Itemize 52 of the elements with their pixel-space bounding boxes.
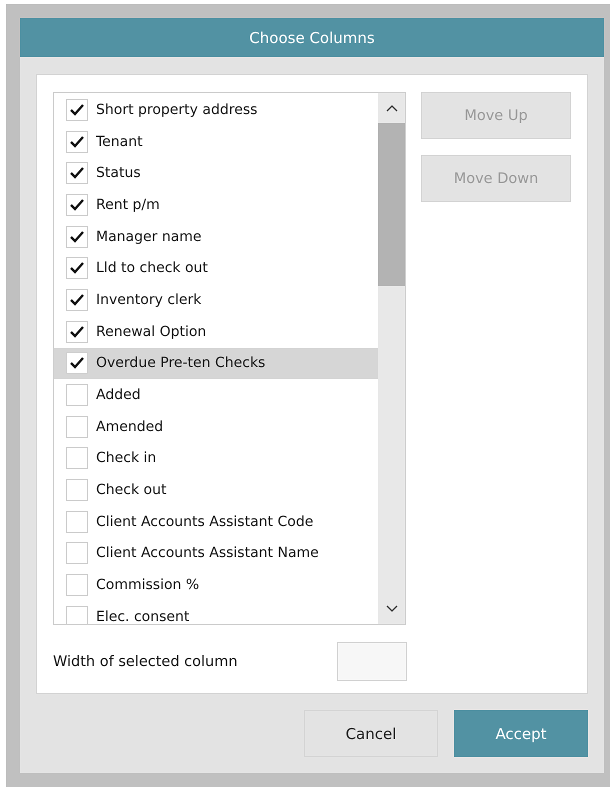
- window-title: Choose Columns: [20, 18, 604, 57]
- column-item[interactable]: Tenant: [54, 126, 378, 158]
- column-item[interactable]: Short property address: [54, 94, 378, 126]
- checkbox[interactable]: [66, 162, 88, 184]
- check-icon: [69, 356, 85, 370]
- checkbox[interactable]: [66, 606, 88, 624]
- check-icon: [69, 292, 85, 307]
- scroll-down-icon[interactable]: [386, 605, 398, 613]
- scrollbar[interactable]: [378, 93, 405, 624]
- width-input[interactable]: [337, 642, 407, 681]
- column-item[interactable]: Commission %: [54, 569, 378, 601]
- check-icon: [69, 198, 85, 212]
- check-icon: [69, 230, 85, 244]
- checkbox[interactable]: [66, 352, 88, 374]
- scrollbar-thumb[interactable]: [378, 123, 405, 286]
- column-item[interactable]: Rent p/m: [54, 189, 378, 221]
- column-item[interactable]: Elec. consent: [54, 601, 378, 624]
- column-item[interactable]: Renewal Option: [54, 316, 378, 348]
- checkbox[interactable]: [66, 447, 88, 470]
- checkbox[interactable]: [66, 226, 88, 248]
- checkbox[interactable]: [66, 384, 88, 406]
- check-icon: [69, 261, 85, 276]
- checkbox[interactable]: [66, 194, 88, 216]
- column-item[interactable]: Lld to check out: [54, 252, 378, 284]
- checkbox[interactable]: [66, 98, 88, 121]
- column-item[interactable]: Overdue Pre-ten Checks: [54, 348, 378, 380]
- checkbox[interactable]: [66, 257, 88, 280]
- column-item[interactable]: Inventory clerk: [54, 284, 378, 316]
- column-item[interactable]: Client Accounts Assistant Code: [54, 506, 378, 538]
- checkbox[interactable]: [66, 320, 88, 343]
- column-item[interactable]: Status: [54, 157, 378, 190]
- check-icon: [69, 102, 85, 117]
- accept-button[interactable]: Accept: [454, 710, 588, 757]
- checkbox[interactable]: [66, 288, 88, 311]
- check-icon: [69, 324, 85, 339]
- check-icon: [69, 166, 85, 180]
- cancel-button[interactable]: Cancel: [304, 710, 438, 757]
- scroll-up-icon[interactable]: [386, 104, 398, 112]
- column-item[interactable]: Added: [54, 379, 378, 411]
- checkbox[interactable]: [66, 574, 88, 596]
- check-icon: [69, 134, 85, 149]
- column-item[interactable]: Client Accounts Assistant Name: [54, 538, 378, 570]
- column-item[interactable]: Amended: [54, 410, 378, 443]
- column-item[interactable]: Check in: [54, 442, 378, 474]
- checkbox[interactable]: [66, 130, 88, 153]
- checkbox[interactable]: [66, 479, 88, 502]
- checkbox[interactable]: [66, 542, 88, 564]
- checkbox[interactable]: [66, 510, 88, 533]
- checkbox[interactable]: [66, 416, 88, 438]
- column-item[interactable]: Check out: [54, 474, 378, 506]
- column-item[interactable]: Manager name: [54, 220, 378, 252]
- width-label: Width of selected column: [53, 654, 238, 670]
